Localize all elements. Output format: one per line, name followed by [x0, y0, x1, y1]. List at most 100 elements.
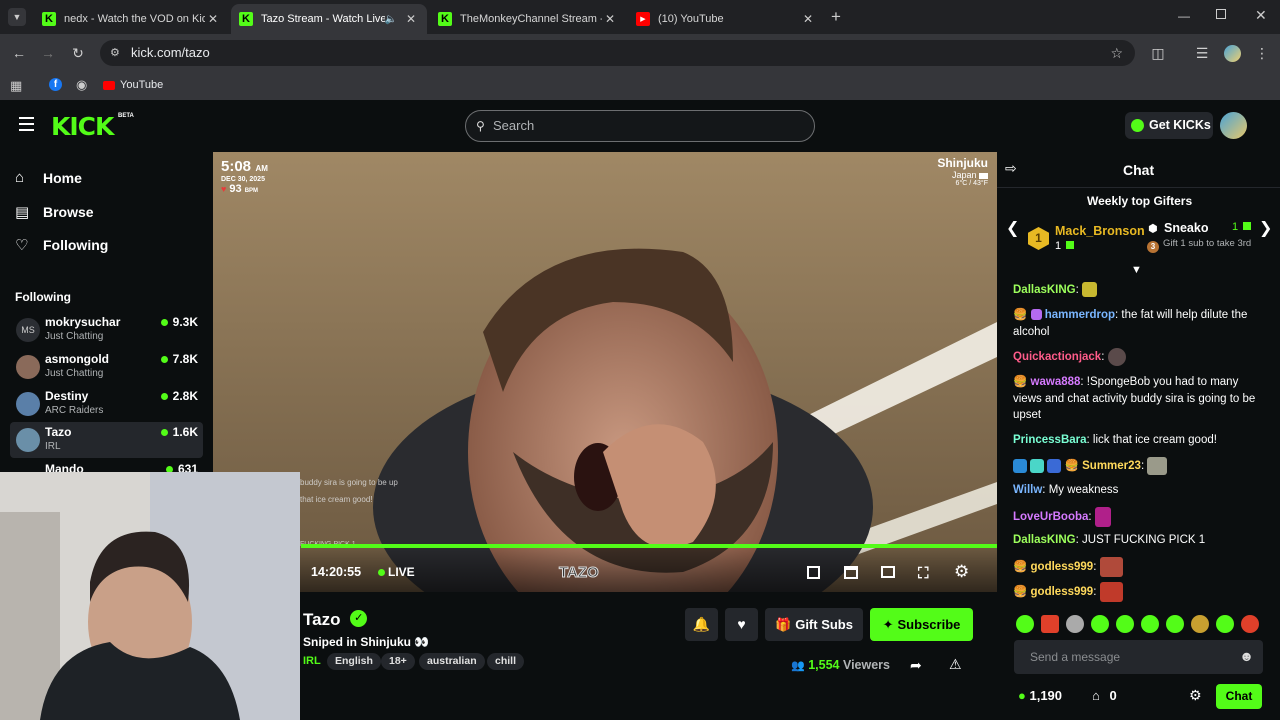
gifters-prev-icon[interactable]: ❮ — [1006, 218, 1019, 238]
browser-tab[interactable]: K nedx - Watch the VOD on Kick ✕ — [34, 4, 229, 34]
channel-avatar — [16, 428, 40, 452]
points-icon: ● — [1018, 688, 1026, 703]
gifter-name[interactable]: Sneako — [1164, 221, 1208, 235]
gifter-count: 1 — [1232, 221, 1252, 233]
quick-emote[interactable] — [1016, 615, 1034, 633]
user-avatar[interactable] — [1220, 112, 1247, 139]
clock-date: DEC 30, 2025 — [221, 176, 265, 183]
heart-rate: ♥ 93 BPM — [221, 183, 259, 195]
close-tab-icon[interactable]: ✕ — [205, 12, 221, 26]
tag-english[interactable]: English — [327, 653, 381, 670]
reload-icon[interactable]: ↻ — [69, 44, 87, 62]
close-tab-icon[interactable]: ✕ — [403, 12, 419, 26]
notification-bell-button[interactable]: 🔔 — [685, 608, 718, 641]
share-icon[interactable]: ➦ — [910, 657, 922, 674]
following-channel[interactable]: Mando 631 — [10, 459, 203, 472]
site-info-icon[interactable]: ⚙ — [110, 40, 120, 66]
kick-icon: K — [438, 12, 452, 26]
chat-message: 🍔 godless999: — [1013, 582, 1268, 602]
tag-chill[interactable]: chill — [487, 653, 525, 670]
claims-counter[interactable]: ⌂ 0 — [1092, 688, 1117, 703]
forward-icon[interactable]: → — [39, 44, 57, 62]
browser-menu-icon[interactable]: ⋮ — [1253, 44, 1271, 62]
back-icon[interactable]: ← — [10, 44, 28, 62]
kick-logo[interactable]: KICK — [51, 112, 114, 141]
close-window-icon[interactable]: ✕ — [1255, 7, 1267, 24]
gift-icon — [1243, 222, 1252, 230]
tag-australian[interactable]: australian — [419, 653, 485, 670]
browser-tab-bar: ▼ K nedx - Watch the VOD on Kick ✕ K Taz… — [0, 0, 1280, 34]
live-dot-icon — [160, 319, 168, 326]
beta-badge: BETA — [118, 113, 134, 119]
browser-tab-active[interactable]: K Tazo Stream - Watch Live on Kick 🔈 ✕ — [231, 4, 427, 34]
emoji-picker-icon[interactable]: ☻ — [1239, 648, 1254, 664]
apps-grid-icon[interactable]: ▦ — [10, 78, 22, 94]
media-control-icon[interactable]: ☰ — [1193, 44, 1211, 62]
search-placeholder: Search — [493, 118, 535, 133]
quick-emote[interactable] — [1241, 615, 1259, 633]
miniplayer-icon[interactable] — [807, 566, 820, 579]
browser-tab[interactable]: ▶ (10) YouTube ✕ — [628, 4, 824, 34]
profile-avatar-icon[interactable] — [1224, 45, 1241, 62]
quick-emote[interactable] — [1166, 615, 1184, 633]
category-link[interactable]: IRL — [303, 655, 321, 667]
speaker-icon[interactable]: 🔈 — [385, 14, 397, 25]
report-icon[interactable]: ⚠ — [949, 656, 962, 673]
quick-emote[interactable] — [1066, 615, 1084, 633]
gifters-next-icon[interactable]: ❯ — [1259, 218, 1272, 238]
chat-settings-icon[interactable]: ⚙ — [1189, 687, 1202, 704]
channel-avatar — [16, 355, 40, 379]
sidebar-nav-following[interactable]: ♡ Following — [15, 236, 108, 254]
quick-emote[interactable] — [1191, 615, 1209, 633]
channel-category: Just Chatting — [45, 368, 104, 379]
gifter-name[interactable]: Mack_Bronson — [1055, 224, 1145, 238]
collapse-chat-icon[interactable]: ⇨ — [1005, 160, 1017, 177]
send-chat-button[interactable]: Chat — [1216, 684, 1262, 709]
bookmark-star-icon[interactable]: ☆ — [1110, 40, 1123, 66]
sidebar-nav-home[interactable]: ⌂ Home — [15, 169, 82, 186]
close-tab-icon[interactable]: ✕ — [800, 12, 816, 26]
bookmark-youtube[interactable]: YouTube — [103, 79, 163, 91]
chat-input[interactable]: Send a message ☻ — [1014, 640, 1263, 674]
sidebar-nav-browse[interactable]: ▤ Browse — [15, 203, 94, 221]
close-tab-icon[interactable]: ✕ — [602, 12, 618, 26]
following-channel-active[interactable]: Tazo IRL 1.6K — [10, 422, 203, 458]
following-channel[interactable]: MS mokrysuchar Just Chatting 9.3K — [10, 312, 203, 348]
extensions-icon[interactable]: ◫ — [1149, 44, 1167, 62]
quick-emote[interactable] — [1091, 615, 1109, 633]
channel-name-heading[interactable]: Tazo ✓ — [303, 610, 368, 630]
get-kicks-button[interactable]: Get KICKs — [1125, 112, 1213, 139]
video-player[interactable]: 5:08 AM DEC 30, 2025 ♥ 93 BPM Shinjuku J… — [213, 152, 997, 592]
progress-bar[interactable] — [301, 544, 997, 548]
channel-avatar — [16, 392, 40, 416]
gift-subs-button[interactable]: 🎁 Gift Subs — [765, 608, 863, 641]
following-channel[interactable]: asmongold Just Chatting 7.8K — [10, 349, 203, 385]
channel-name: asmongold — [45, 352, 110, 366]
address-bar[interactable]: ⚙ kick.com/tazo ☆ — [100, 40, 1135, 66]
globe-icon[interactable]: ◉ — [76, 77, 87, 93]
channel-points[interactable]: ● 1,190 — [1018, 688, 1062, 703]
hamburger-menu-icon[interactable] — [19, 117, 34, 131]
video-settings-icon[interactable]: ⚙ — [954, 562, 969, 582]
bronze-rank-badge: 3 — [1147, 241, 1159, 253]
fullscreen-icon[interactable]: ⛶ — [918, 565, 929, 582]
following-channel[interactable]: Destiny ARC Raiders 2.8K — [10, 386, 203, 422]
theater-mode-icon[interactable] — [881, 566, 895, 578]
quick-emote[interactable] — [1141, 615, 1159, 633]
search-input[interactable]: ⚲ Search — [465, 110, 815, 142]
facebook-icon[interactable]: f — [49, 78, 62, 91]
expand-gifters-icon[interactable]: ▼ — [1131, 264, 1142, 276]
quick-emote[interactable] — [1116, 615, 1134, 633]
browser-tab[interactable]: K TheMonkeyChannel Stream - Watch ✕ — [430, 4, 626, 34]
chat-message: 🍔 hammerdrop: the fat will help dilute t… — [1013, 309, 1248, 338]
quick-emote[interactable] — [1216, 615, 1234, 633]
new-tab-icon[interactable]: + — [831, 7, 841, 27]
minimize-icon[interactable]: — — [1178, 9, 1190, 23]
restore-icon[interactable] — [1216, 9, 1226, 19]
tab-list-button[interactable]: ▼ — [8, 8, 26, 26]
follow-button[interactable]: ♥ — [725, 608, 758, 641]
subscribe-button[interactable]: ✦ Subscribe — [870, 608, 973, 641]
tag-18plus[interactable]: 18+ — [381, 653, 415, 670]
quick-emote[interactable] — [1041, 615, 1059, 633]
clip-icon[interactable] — [844, 566, 858, 579]
